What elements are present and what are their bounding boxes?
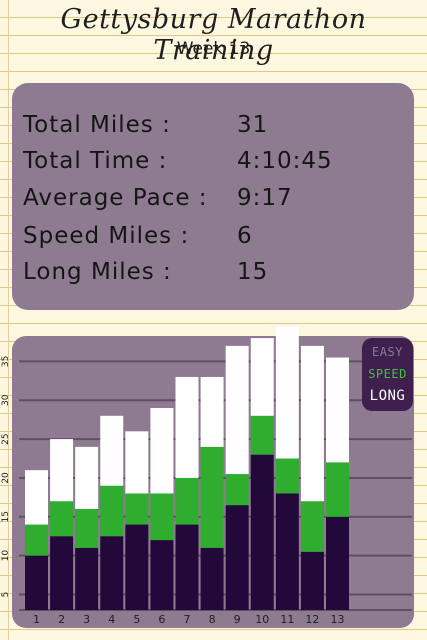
bar-segment-long-week-1 (25, 555, 48, 610)
bar-segment-long-week-3 (75, 547, 99, 610)
bar-segment-long-week-11 (275, 493, 299, 610)
bar-segment-easy-week-7 (175, 376, 199, 478)
x-tick-label: 10 (255, 613, 269, 626)
x-tick-label: 1 (33, 613, 40, 626)
bar-segment-speed-week-9 (225, 474, 249, 506)
bar-segment-speed-week-1 (25, 524, 48, 556)
x-tick-label: 8 (209, 613, 216, 626)
weekly-mileage-chart: 51015202530351 2 3 4 5 6 7 8 9 10 11 12 13 (1, 326, 412, 626)
bar-segment-speed-week-11 (275, 458, 299, 494)
bar-segment-long-week-10 (250, 454, 274, 610)
bar-segment-long-week-4 (100, 536, 124, 610)
bar-segment-speed-week-13 (326, 462, 349, 517)
bar-segment-easy-week-13 (326, 357, 349, 463)
bar-segment-easy-week-6 (150, 408, 174, 494)
y-tick-label: 10 (1, 550, 11, 562)
x-tick-label: 3 (83, 613, 90, 626)
bar-segment-easy-week-1 (25, 470, 48, 525)
bar-segment-speed-week-4 (100, 485, 124, 537)
y-tick-label: 35 (1, 356, 11, 367)
bar-segment-speed-week-3 (75, 509, 99, 548)
bar-segment-speed-week-8 (200, 446, 224, 548)
bar-segment-speed-week-10 (250, 415, 274, 455)
x-tick-label: 5 (133, 613, 140, 626)
chart-legend: EASY SPEED LONG (362, 338, 413, 411)
bar-segment-long-week-6 (150, 540, 174, 610)
bar-segment-easy-week-12 (300, 345, 324, 502)
legend-item-long: LONG (369, 388, 406, 404)
bar-segment-easy-week-11 (275, 326, 299, 459)
bar-segment-long-week-8 (200, 547, 224, 610)
x-tick-label: 2 (58, 613, 65, 626)
bar-segment-long-week-13 (326, 516, 349, 610)
bar-segment-long-week-12 (300, 551, 324, 610)
bar-segment-easy-week-2 (50, 439, 74, 502)
y-tick-label: 20 (1, 472, 11, 484)
bar-segment-speed-week-5 (125, 493, 149, 525)
bar-segment-easy-week-8 (200, 376, 224, 447)
bar-segment-long-week-5 (125, 524, 149, 610)
x-tick-label: 9 (234, 613, 241, 626)
bar-segment-speed-week-7 (175, 477, 199, 525)
x-tick-label: 6 (158, 613, 165, 626)
legend-item-speed: SPEED (368, 367, 407, 381)
y-tick-label: 25 (1, 433, 11, 444)
bar-segment-long-week-2 (50, 536, 74, 610)
x-tick-label: 4 (108, 613, 115, 626)
x-tick-label: 13 (331, 613, 345, 626)
y-tick-label: 5 (1, 592, 11, 598)
x-tick-label: 11 (280, 613, 294, 626)
y-tick-label: 30 (1, 394, 11, 406)
y-tick-label: 15 (1, 511, 11, 522)
legend-item-easy: EASY (372, 345, 403, 359)
bar-segment-speed-week-12 (300, 501, 324, 552)
bar-segment-easy-week-4 (100, 415, 124, 486)
x-tick-label: 7 (184, 613, 191, 626)
bar-segment-easy-week-9 (225, 345, 249, 475)
bar-segment-speed-week-6 (150, 493, 174, 541)
bar-segment-easy-week-3 (75, 446, 99, 510)
bar-segment-long-week-7 (175, 524, 199, 610)
x-tick-label: 12 (305, 613, 319, 626)
bar-segment-long-week-9 (225, 505, 249, 610)
bar-segment-easy-week-10 (250, 338, 274, 416)
bar-segment-speed-week-2 (50, 501, 74, 537)
bar-segment-easy-week-5 (125, 431, 149, 494)
